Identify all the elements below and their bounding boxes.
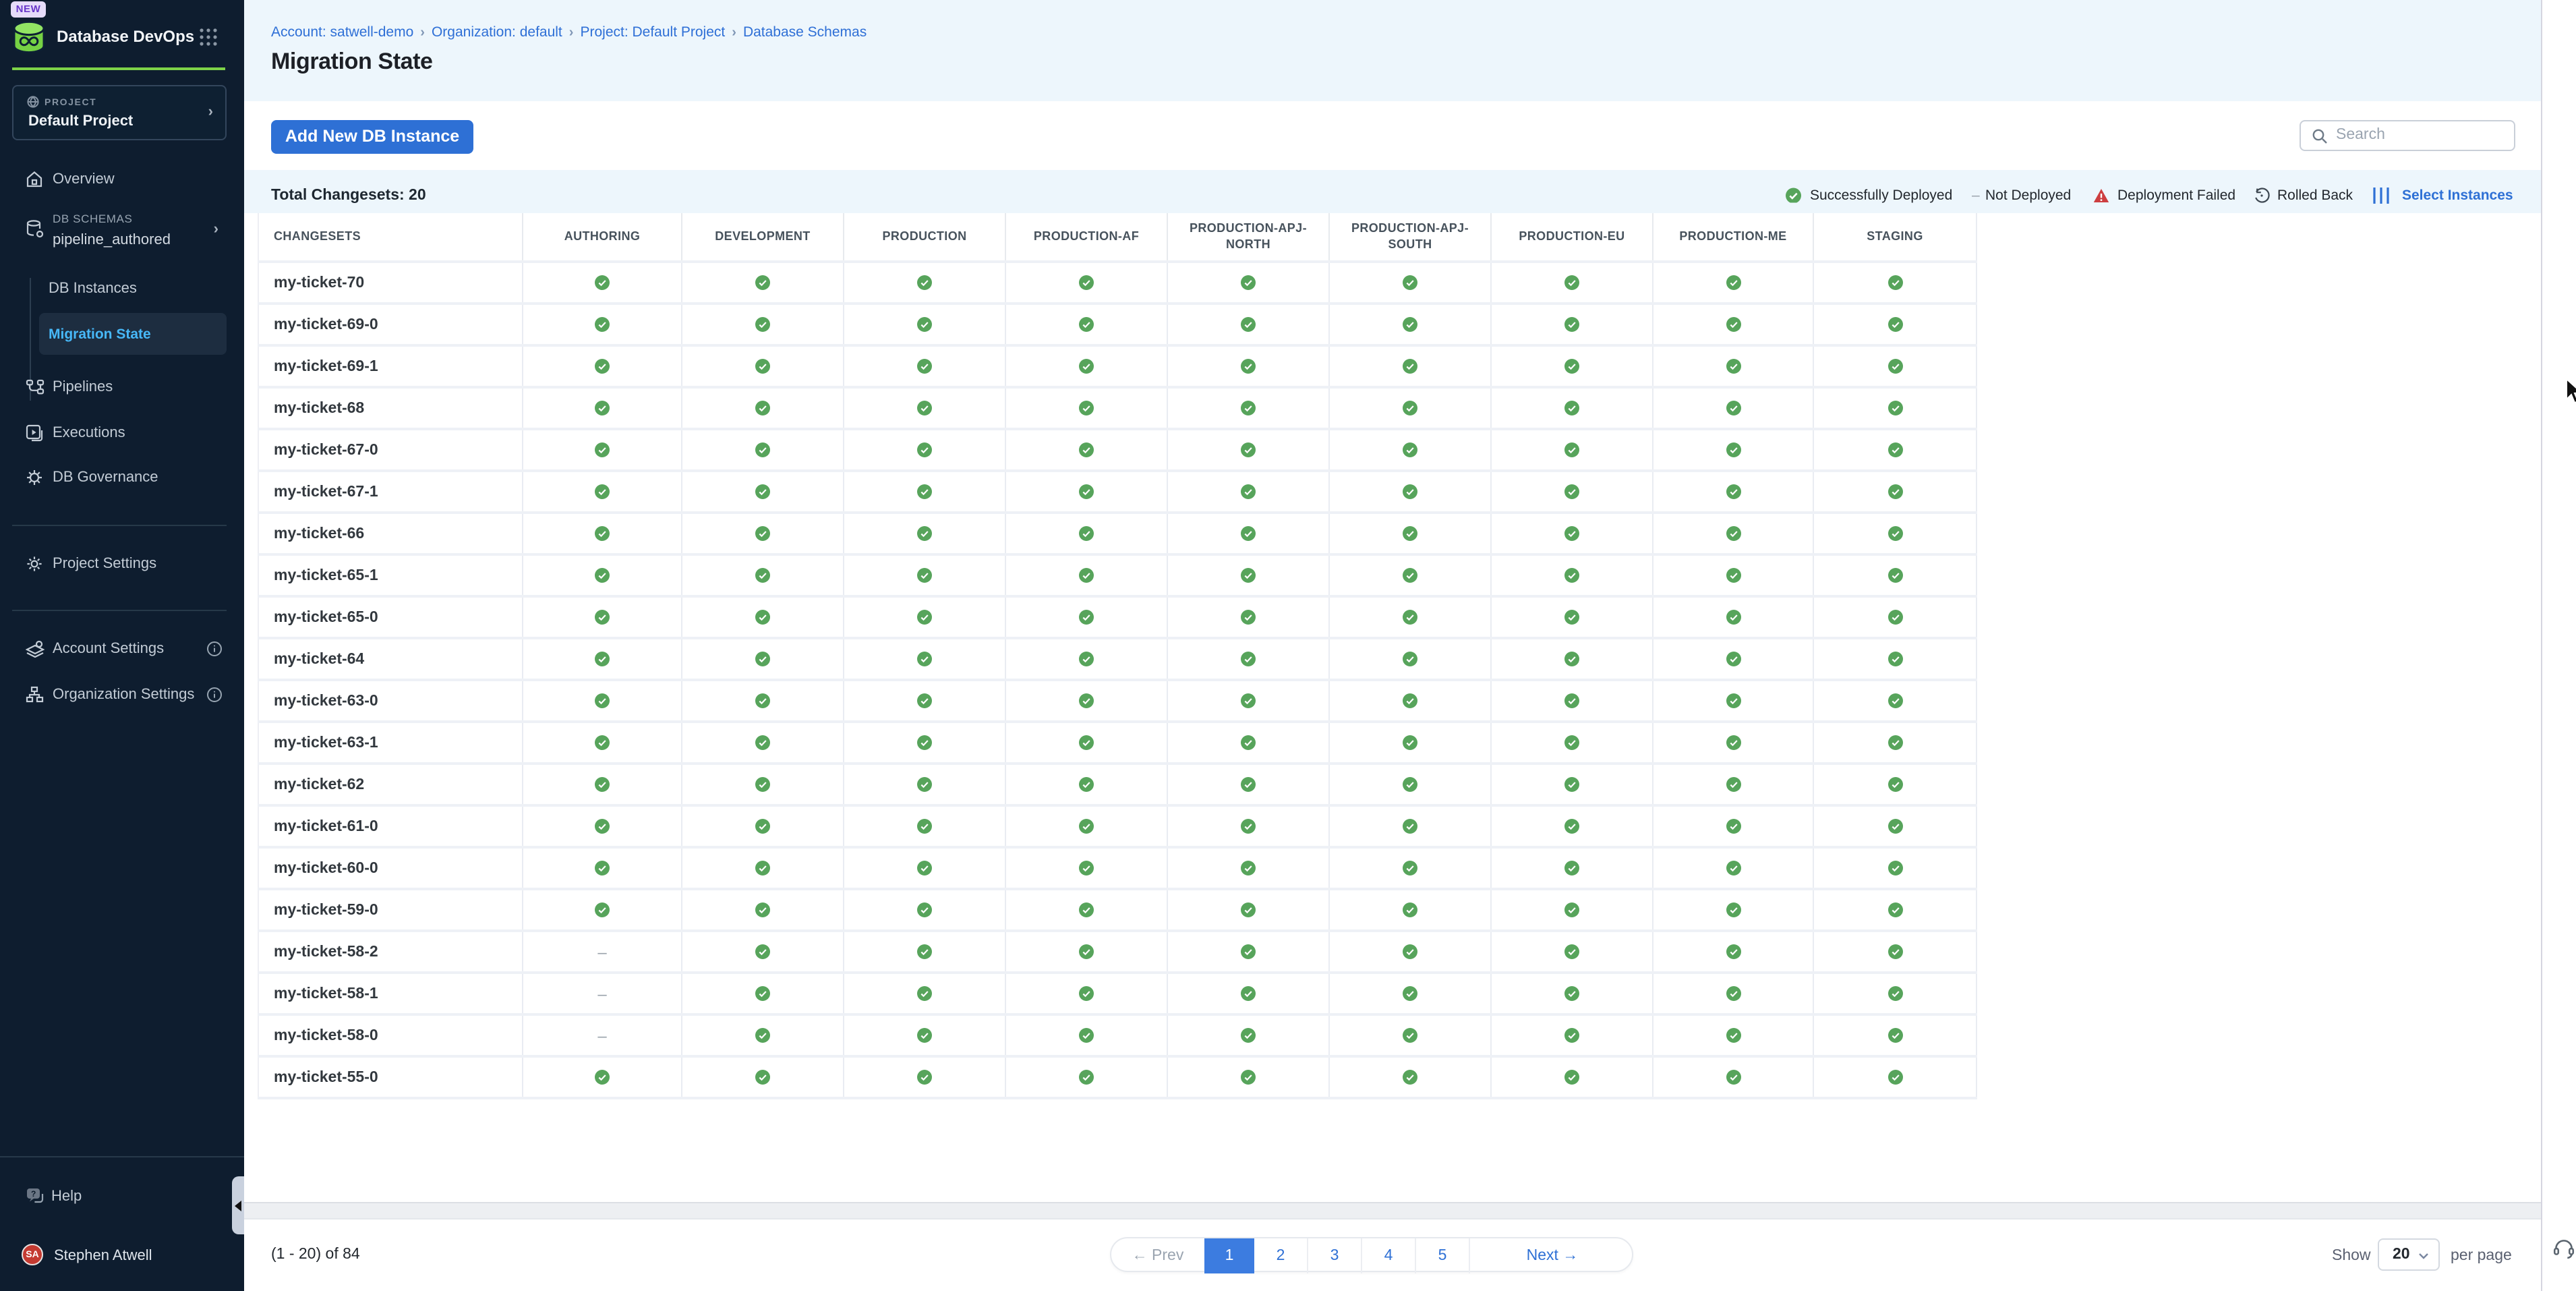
svg-text:?: ?	[31, 1189, 36, 1199]
